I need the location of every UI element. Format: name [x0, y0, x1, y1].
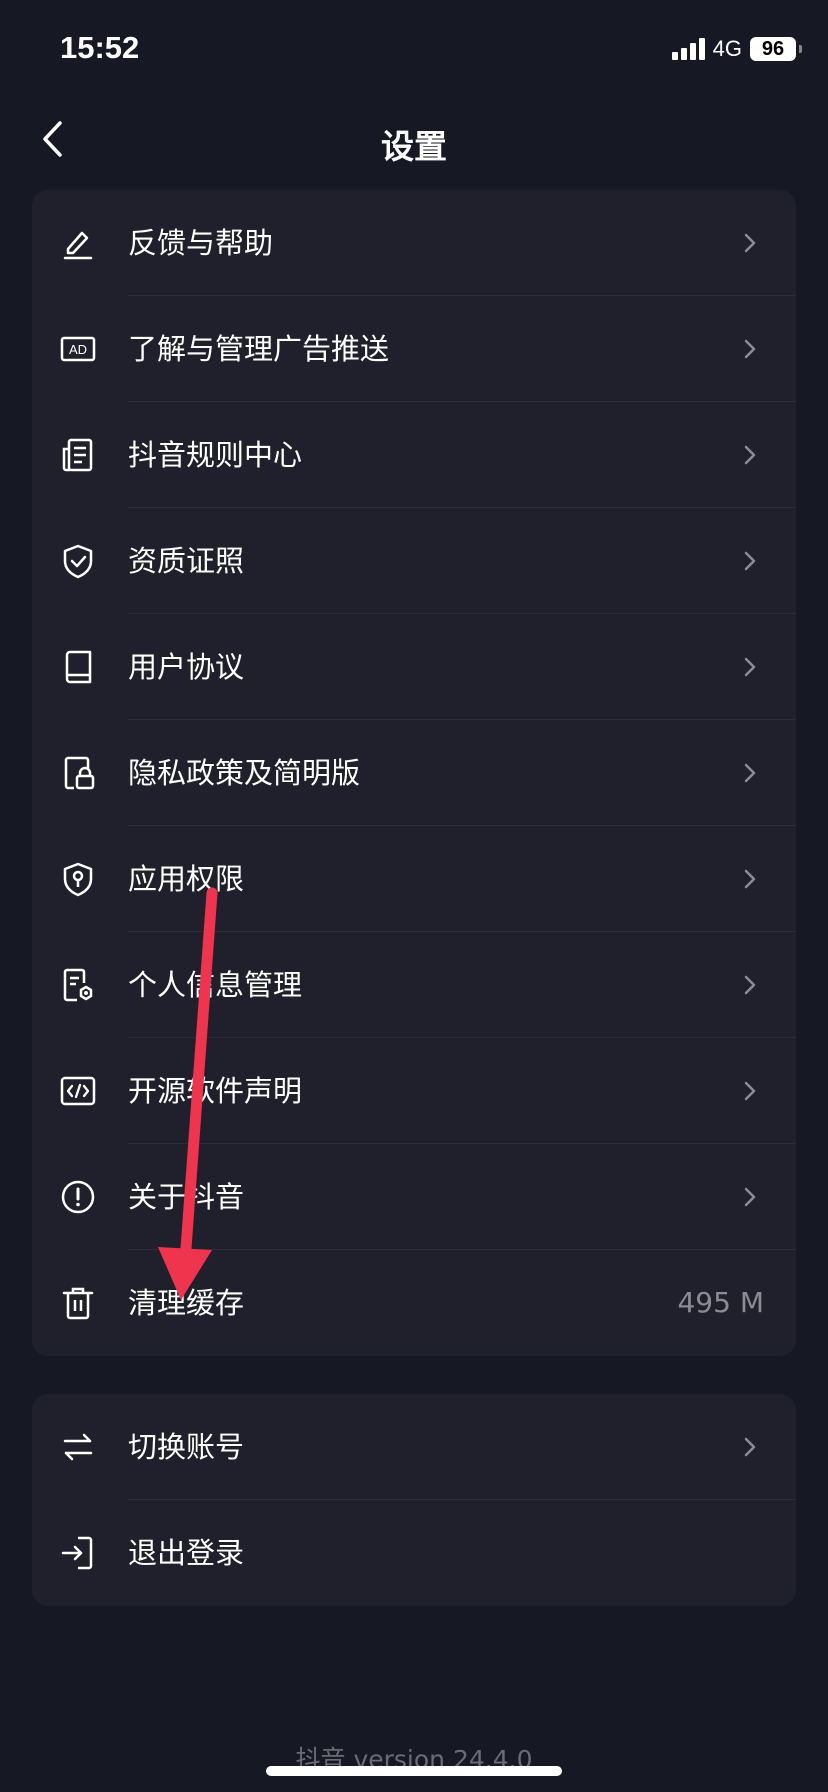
nav-bar: 设置	[0, 100, 828, 180]
menu-item-label: 资质证照	[128, 544, 245, 578]
menu-item[interactable]: 隐私政策及简明版	[32, 720, 796, 826]
menu-item-label: 清理缓存	[128, 1286, 245, 1320]
menu-item-label: 个人信息管理	[128, 968, 303, 1002]
document-lock-icon	[60, 755, 96, 791]
shield-check-icon	[60, 543, 96, 579]
book-icon	[60, 649, 96, 685]
menu-item-label: 应用权限	[128, 862, 245, 896]
menu-item-label: 了解与管理广告推送	[128, 332, 390, 366]
menu-item[interactable]: 资质证照	[32, 508, 796, 614]
rules-document-icon	[60, 437, 96, 473]
chevron-right-icon	[738, 443, 762, 467]
cache-size-value: 495 M	[677, 1286, 764, 1319]
menu-item[interactable]: 开源软件声明	[32, 1038, 796, 1144]
menu-item[interactable]: 关于抖音	[32, 1144, 796, 1250]
settings-menu-card: 反馈与帮助 AD 了解与管理广告推送 抖音规则中心 资质证照用户协议隐私政策及简明版 应用…	[32, 190, 796, 1356]
menu-item[interactable]: 用户协议	[32, 614, 796, 720]
trash-icon	[60, 1285, 96, 1321]
shield-key-icon	[60, 861, 96, 897]
menu-item[interactable]: AD 了解与管理广告推送	[32, 296, 796, 402]
menu-item[interactable]: 抖音规则中心	[32, 402, 796, 508]
chevron-right-icon	[738, 337, 762, 361]
menu-item[interactable]: 切换账号	[32, 1394, 796, 1500]
chevron-right-icon	[738, 867, 762, 891]
home-indicator[interactable]	[266, 1766, 562, 1776]
menu-item[interactable]: 个人信息管理	[32, 932, 796, 1038]
menu-item[interactable]: 清理缓存 495 M	[32, 1250, 796, 1356]
menu-item[interactable]: 退出登录	[32, 1500, 796, 1606]
status-time: 15:52	[60, 30, 140, 65]
menu-item[interactable]: 反馈与帮助	[32, 190, 796, 296]
menu-item-label: 隐私政策及简明版	[128, 756, 361, 790]
account-menu-card: 切换账号 退出登录	[32, 1394, 796, 1606]
status-bar: 15:52 4G 96	[0, 0, 828, 100]
switch-arrows-icon	[60, 1429, 96, 1465]
chevron-right-icon	[738, 1435, 762, 1459]
menu-item-label: 切换账号	[128, 1430, 245, 1464]
edit-pen-icon	[60, 225, 96, 261]
info-circle-icon	[60, 1179, 96, 1215]
chevron-right-icon	[738, 231, 762, 255]
menu-item-label: 抖音规则中心	[128, 438, 303, 472]
ad-icon: AD	[60, 331, 96, 367]
menu-item-label: 用户协议	[128, 650, 245, 684]
status-indicators: 4G 96	[671, 36, 802, 62]
chevron-right-icon	[738, 549, 762, 573]
chevron-right-icon	[738, 973, 762, 997]
menu-item[interactable]: 应用权限	[32, 826, 796, 932]
logout-icon	[60, 1535, 96, 1571]
menu-item-label: 退出登录	[128, 1536, 245, 1570]
code-icon	[60, 1073, 96, 1109]
chevron-right-icon	[738, 761, 762, 785]
menu-item-label: 关于抖音	[128, 1180, 245, 1214]
page-title: 设置	[381, 127, 447, 166]
network-type: 4G	[712, 36, 742, 61]
signal-strength-icon	[671, 38, 705, 60]
chevron-right-icon	[738, 1079, 762, 1103]
document-settings-icon	[60, 967, 96, 1003]
menu-item-label: 开源软件声明	[128, 1074, 303, 1108]
svg-text:AD: AD	[69, 342, 87, 357]
menu-item-label: 反馈与帮助	[128, 226, 274, 260]
chevron-right-icon	[738, 655, 762, 679]
battery-icon: 96	[750, 37, 802, 61]
chevron-right-icon	[738, 1185, 762, 1209]
